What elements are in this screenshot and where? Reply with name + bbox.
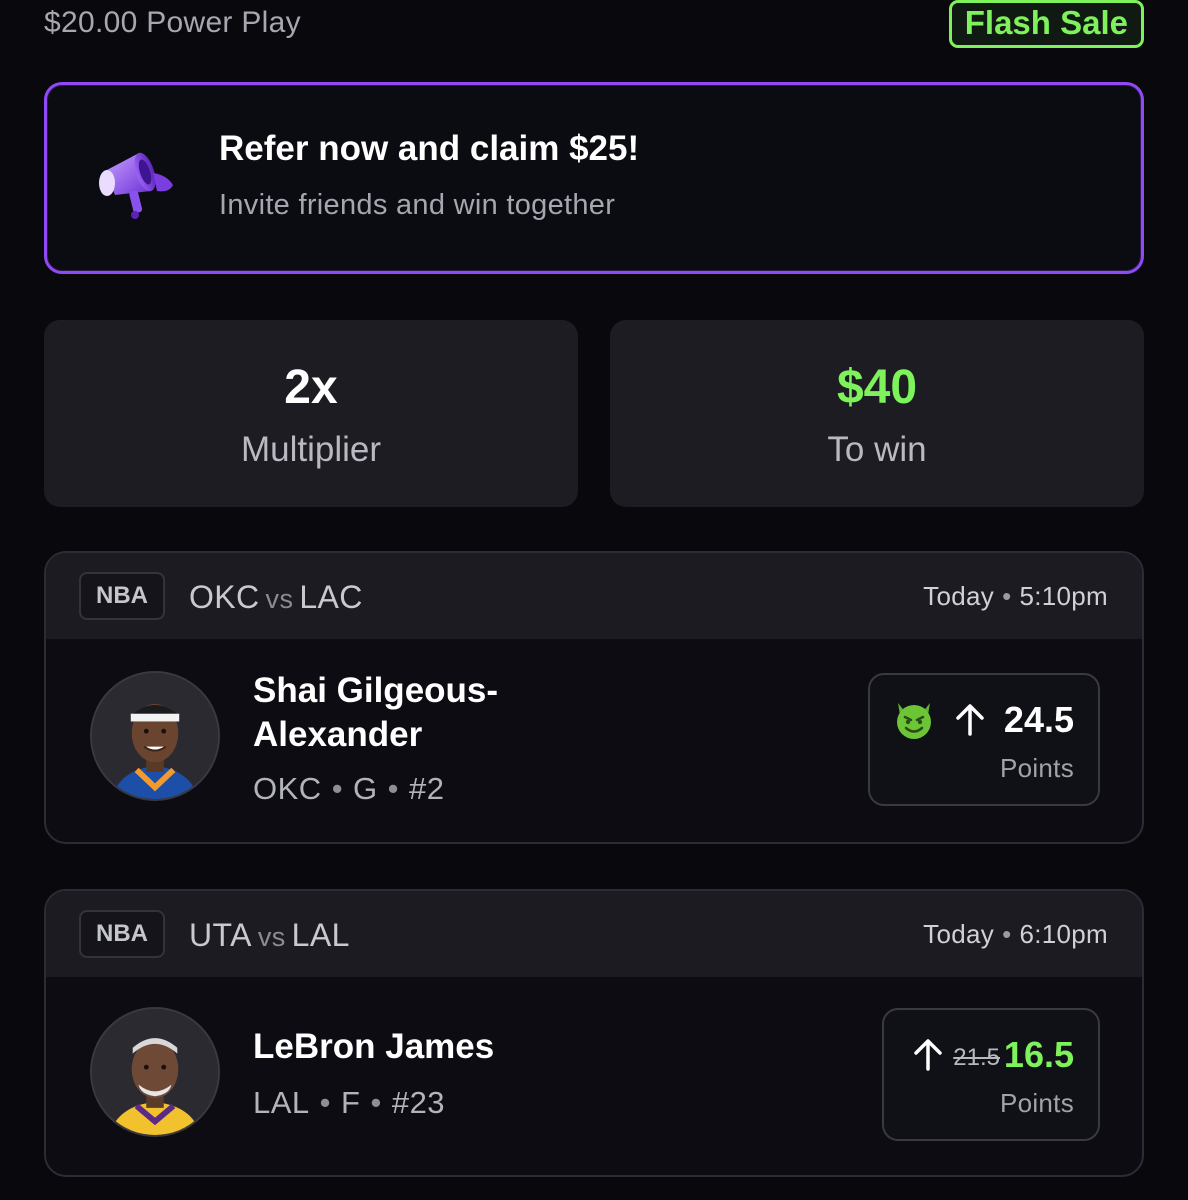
referral-banner[interactable]: Refer now and claim $25! Invite friends … bbox=[44, 82, 1144, 274]
pick-card-header: NBA UTA vs LAL Today • 6:10pm bbox=[46, 891, 1142, 977]
flash-sale-badge[interactable]: Flash Sale bbox=[948, 0, 1144, 48]
away-team: LAL bbox=[291, 917, 350, 953]
pick-card-header: NBA OKC vs LAC Today • 5:10pm bbox=[46, 553, 1142, 639]
player-team: OKC bbox=[253, 771, 322, 806]
league-badge: NBA bbox=[79, 910, 165, 958]
player-position: G bbox=[353, 771, 378, 806]
game-day: Today bbox=[923, 919, 995, 949]
line-selector[interactable]: 21.5 16.5 Points bbox=[882, 1008, 1100, 1141]
megaphone-icon bbox=[99, 152, 173, 219]
player-number: #2 bbox=[409, 771, 445, 806]
separator-dot: • bbox=[370, 1085, 382, 1120]
player-position: F bbox=[341, 1085, 361, 1120]
player-avatar bbox=[90, 1007, 220, 1137]
player-name: LeBron James bbox=[253, 1027, 495, 1066]
player-number: #23 bbox=[391, 1085, 446, 1120]
away-team: LAC bbox=[299, 579, 363, 615]
line-unit: Points bbox=[999, 753, 1074, 783]
multiplier-card: 2x Multiplier bbox=[44, 320, 578, 507]
referral-title: Refer now and claim $25! bbox=[219, 129, 640, 168]
multiplier-value: 2x bbox=[284, 361, 338, 414]
pick-card[interactable]: NBA UTA vs LAL Today • 6:10pm LeBron James bbox=[44, 889, 1144, 1177]
devil-emoji-icon bbox=[897, 703, 931, 739]
arrow-up-icon bbox=[956, 704, 984, 736]
separator-dot: • bbox=[387, 771, 400, 806]
vs-label: vs bbox=[265, 584, 294, 614]
separator-dot: • bbox=[1002, 919, 1012, 949]
matchup: UTA vs LAL bbox=[189, 917, 350, 954]
vs-label: vs bbox=[257, 922, 286, 952]
referral-subtitle: Invite friends and win together bbox=[219, 189, 616, 221]
game-clock: 6:10pm bbox=[1019, 919, 1108, 949]
home-team: UTA bbox=[189, 917, 252, 953]
payout-card: $40 To win bbox=[610, 320, 1144, 507]
player-team: LAL bbox=[253, 1085, 310, 1120]
separator-dot: • bbox=[1002, 581, 1012, 611]
league-badge: NBA bbox=[79, 572, 165, 620]
power-play-screen: $20.00 Power Play Flash Sale Refer now a… bbox=[0, 0, 1188, 1200]
matchup: OKC vs LAC bbox=[189, 579, 363, 616]
game-clock: 5:10pm bbox=[1019, 581, 1108, 611]
player-avatar bbox=[90, 671, 220, 801]
separator-dot: • bbox=[319, 1085, 332, 1120]
player-meta: OKC • G • #2 bbox=[253, 771, 445, 807]
line-value: 24.5 bbox=[1003, 699, 1074, 740]
player-photo bbox=[92, 1009, 218, 1135]
player-meta: LAL • F • #23 bbox=[253, 1085, 445, 1121]
player-photo bbox=[92, 673, 218, 799]
line-unit: Points bbox=[999, 1088, 1074, 1118]
multiplier-label: Multiplier bbox=[240, 430, 382, 469]
line-selector[interactable]: 24.5 Points bbox=[868, 673, 1100, 806]
play-title: $20.00 Power Play bbox=[44, 6, 301, 39]
payout-label: To win bbox=[827, 430, 927, 469]
player-name: Shai Gilgeous-Alexander bbox=[253, 671, 499, 754]
top-header: $20.00 Power Play Flash Sale bbox=[44, 0, 1144, 48]
game-time: Today • 6:10pm bbox=[923, 919, 1108, 950]
discounted-line-value: 16.5 bbox=[1003, 1034, 1074, 1075]
original-line-value: 21.5 bbox=[953, 1044, 1000, 1071]
pick-card[interactable]: NBA OKC vs LAC Today • 5:10pm Shai Gilge… bbox=[44, 551, 1144, 844]
game-time: Today • 5:10pm bbox=[923, 581, 1108, 612]
arrow-up-icon bbox=[914, 1039, 942, 1071]
payout-value: $40 bbox=[836, 361, 918, 414]
game-day: Today bbox=[923, 581, 995, 611]
separator-dot: • bbox=[331, 771, 344, 806]
home-team: OKC bbox=[189, 579, 260, 615]
